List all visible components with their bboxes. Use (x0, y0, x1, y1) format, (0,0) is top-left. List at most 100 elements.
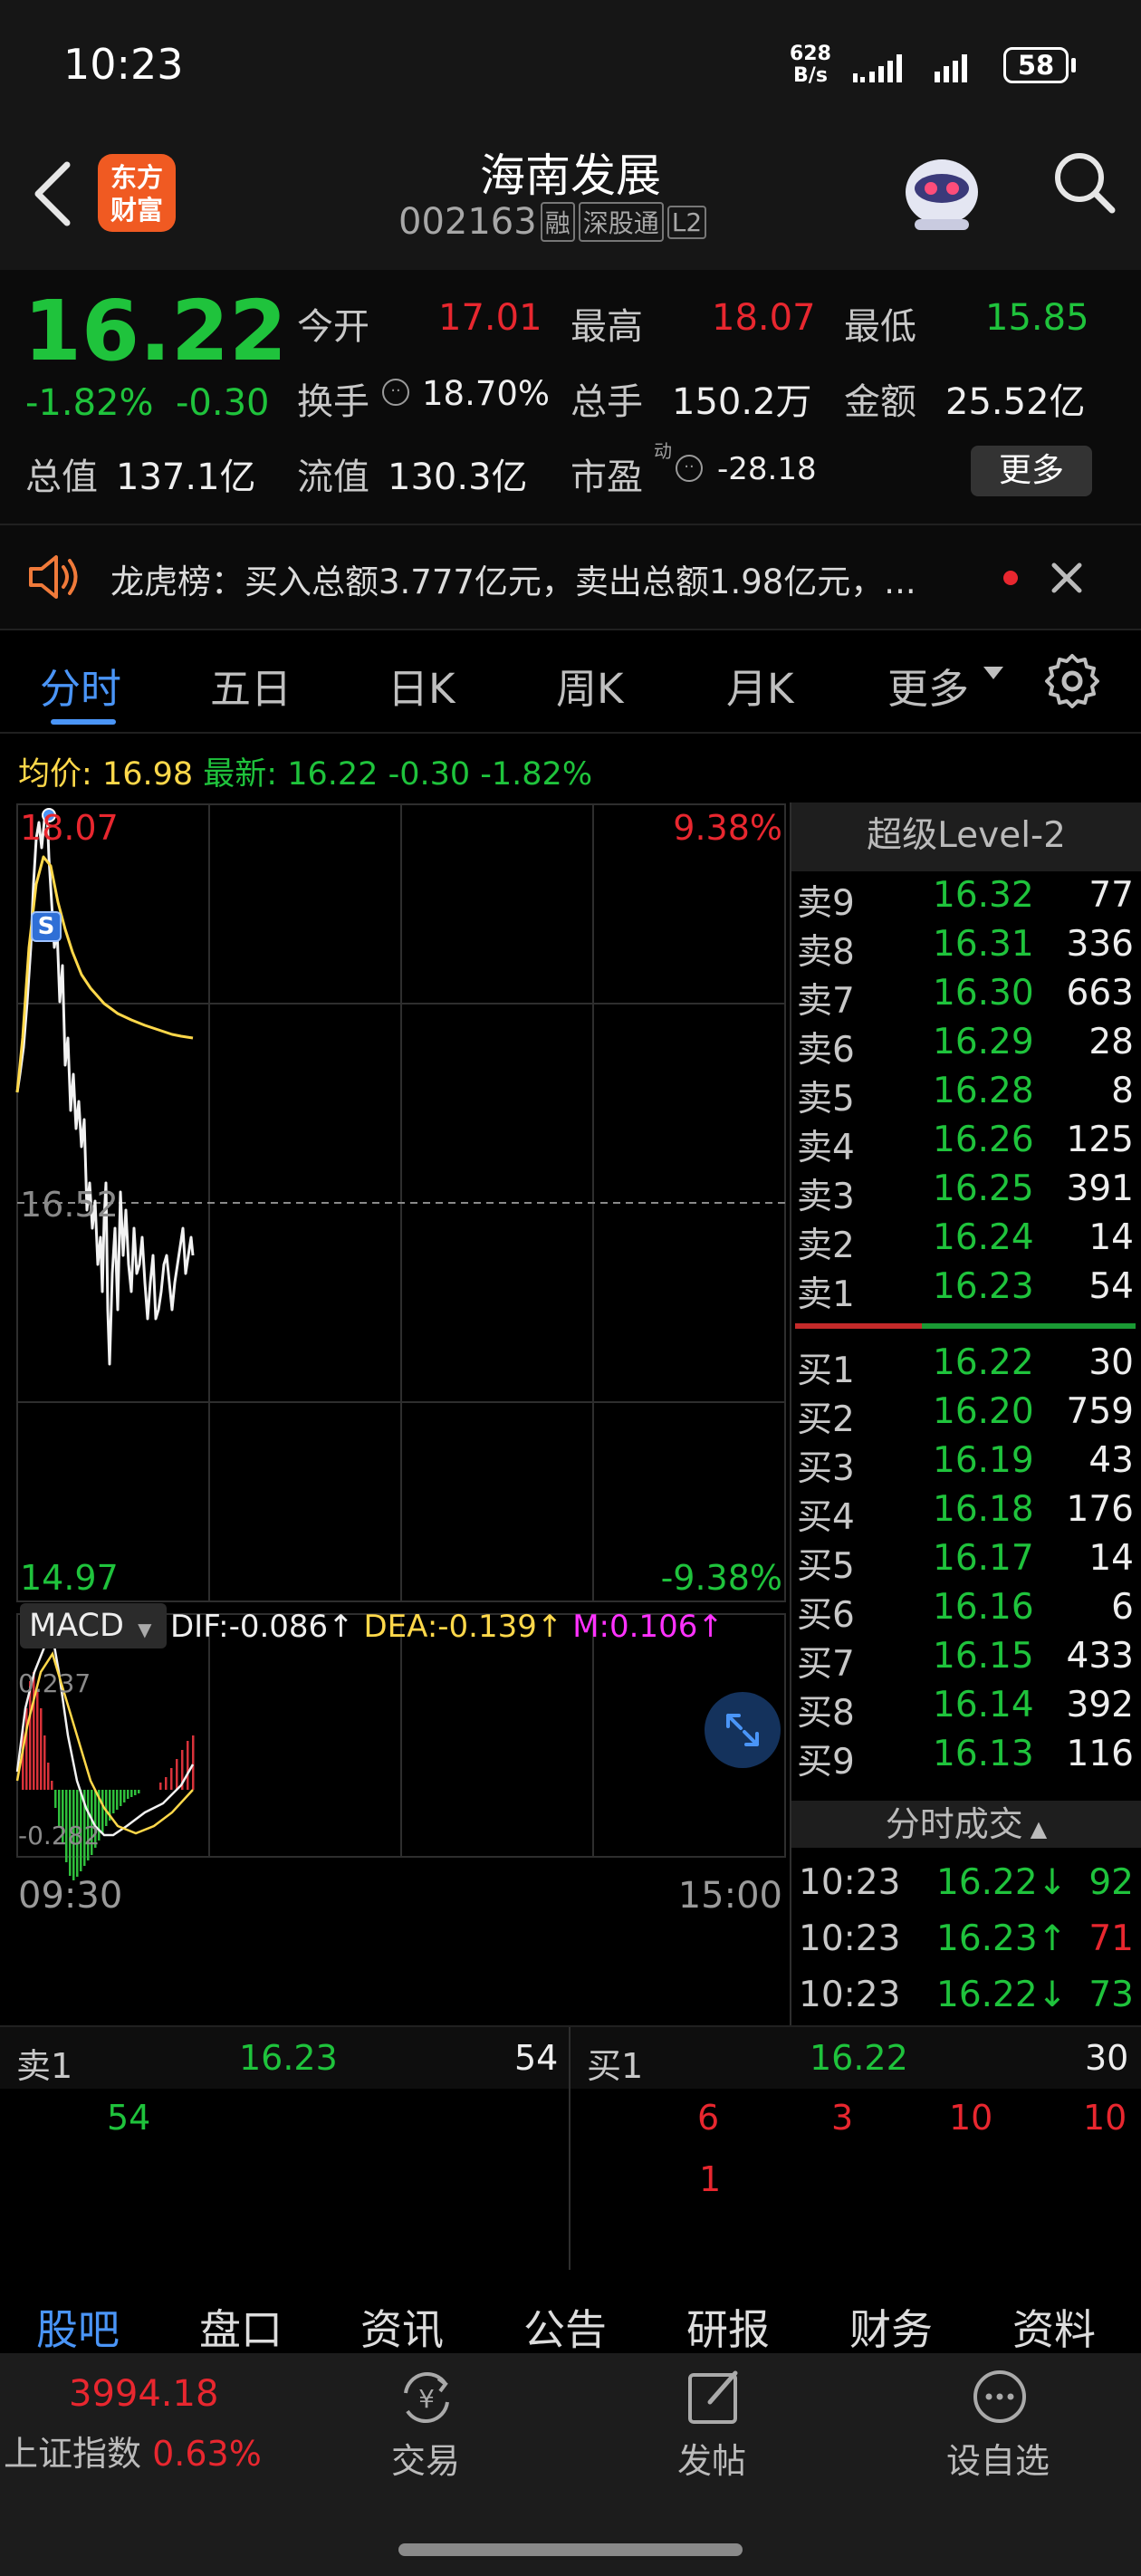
tab-order-panel[interactable]: 盘口 (199, 2297, 283, 2357)
notice-text[interactable]: 龙虎榜：买入总额3.777亿元，卖出总额1.98亿元，... (110, 554, 980, 603)
tab-financials[interactable]: 财务 (849, 2297, 933, 2357)
amount-label: 金额 (844, 381, 916, 423)
macd-selector[interactable]: MACD ▼ (20, 1603, 167, 1648)
net-speed-unit: B/s (793, 64, 828, 87)
queue-buy-price: 16.22 (810, 2038, 908, 2078)
level2-header[interactable]: 超级Level-2 (791, 803, 1141, 871)
app-logo[interactable]: 东方 财富 (98, 154, 176, 232)
chart-info-line: 均价: 16.98 最新: 16.22 -0.30 -1.82% (18, 748, 592, 794)
bid-label: 买3 (797, 1448, 855, 1489)
robot-assistant-icon[interactable] (896, 145, 987, 235)
tick-row: 10:23 16.22↓ 73 (797, 1975, 1141, 2023)
tick-volume: 71 (1088, 1918, 1134, 1959)
pct-bottom-label: -9.38% (660, 1558, 782, 1598)
add-watchlist-button[interactable]: 设自选 (925, 2362, 1070, 2489)
macd-bar-positive (192, 1735, 195, 1790)
bid-row[interactable]: 买8 16.14 392 (797, 1685, 1141, 1734)
ask-row[interactable]: 卖9 16.32 77 (797, 875, 1141, 924)
pct-top-label: 9.38% (673, 808, 782, 848)
back-icon[interactable] (31, 158, 76, 230)
notice-bar[interactable]: 龙虎榜：买入总额3.777亿元，卖出总额1.98亿元，... (0, 525, 1141, 629)
ask-row[interactable]: 卖8 16.31 336 (797, 924, 1141, 973)
nav-bar: 东方 财富 海南发展 002163 融 深股通 L2 (0, 136, 1141, 270)
ticks-header[interactable]: 分时成交 ▲ (791, 1801, 1141, 1848)
tab-weekly-k[interactable]: 周K (556, 656, 624, 715)
info-icon[interactable]: ·· (382, 379, 409, 406)
trade-button[interactable]: ¥ 交易 (353, 2362, 498, 2489)
bid-row[interactable]: 买4 16.18 176 (797, 1489, 1141, 1538)
bottom-nav: 3994.18 上证指数 0.63% ¥ 交易 发帖 设自选 (0, 2353, 1141, 2576)
y-top-label: 18.07 (20, 808, 119, 848)
queue-divider (569, 2027, 570, 2089)
chart-area[interactable]: S 18.07 16.52 14.97 9.38% -9.38% MACD ▼ … (0, 803, 791, 2025)
tab-research[interactable]: 研报 (686, 2297, 770, 2357)
ask-row[interactable]: 卖6 16.29 28 (797, 1022, 1141, 1071)
gear-icon[interactable] (1043, 652, 1101, 710)
ask-row[interactable]: 卖4 16.26 125 (797, 1120, 1141, 1168)
turnover-label: 换手 (297, 381, 369, 423)
ask-row[interactable]: 卖3 16.25 391 (797, 1168, 1141, 1217)
ask-row[interactable]: 卖5 16.28 8 (797, 1071, 1141, 1120)
tab-news[interactable]: 资讯 (360, 2297, 444, 2357)
index-ticker[interactable]: 3994.18 上证指数 0.63% (0, 2353, 281, 2489)
ask-row[interactable]: 卖1 16.23 54 (797, 1266, 1141, 1315)
bid-row[interactable]: 买2 16.20 759 (797, 1391, 1141, 1440)
ask-label: 卖4 (797, 1128, 855, 1168)
macd-dea: DEA:-0.139 (363, 1609, 537, 1645)
tab-active-indicator (51, 719, 116, 725)
tick-row: 10:23 16.22↓ 92 (797, 1862, 1141, 1911)
y-mid-label: 16.52 (20, 1185, 119, 1225)
macd-values: DIF:-0.086↑ DEA:-0.139↑ M:0.106↑ (170, 1609, 724, 1645)
bid-volume: 30 (1088, 1342, 1134, 1383)
bid-price: 16.19 (933, 1440, 1034, 1481)
tab-daily-k[interactable]: 日K (388, 656, 455, 715)
arrow-up-icon: ↑ (697, 1609, 724, 1645)
tab-intraday[interactable]: 分时 (40, 656, 121, 715)
avg-label: 均价: (18, 756, 92, 793)
search-icon[interactable] (1049, 147, 1121, 219)
y-bottom-label: 14.97 (20, 1558, 119, 1598)
tab-monthly-k[interactable]: 月K (726, 656, 794, 715)
more-button[interactable]: 更多 (971, 446, 1092, 496)
macd-bar-positive (176, 1759, 178, 1790)
stock-code-row: 002163 融 深股通 L2 (398, 201, 707, 243)
yuan-exchange-icon: ¥ (404, 2371, 449, 2424)
tab-announcements[interactable]: 公告 (523, 2297, 607, 2357)
pe-info-icon[interactable]: ·· (676, 455, 703, 482)
bid-price: 16.14 (933, 1685, 1034, 1725)
tab-five-day[interactable]: 五日 (210, 656, 292, 715)
macd-bar-negative (54, 1790, 57, 1808)
bid-row[interactable]: 买3 16.19 43 (797, 1440, 1141, 1489)
chevron-down-icon[interactable] (983, 667, 1003, 679)
ratio-bar-sell (795, 1323, 922, 1329)
bid-row[interactable]: 买6 16.16 6 (797, 1587, 1141, 1636)
volume-value: 150.2万 (672, 381, 812, 423)
bid-label: 买7 (797, 1644, 855, 1685)
float-label: 流值 (297, 457, 369, 498)
bid-row[interactable]: 买5 16.17 14 (797, 1538, 1141, 1587)
bid-row[interactable]: 买9 16.13 116 (797, 1734, 1141, 1783)
ask-row[interactable]: 卖7 16.30 663 (797, 973, 1141, 1022)
turnover-value: 18.70% (422, 374, 551, 413)
tab-profile[interactable]: 资料 (1012, 2297, 1096, 2357)
bid-row[interactable]: 买1 16.22 30 (797, 1342, 1141, 1391)
macd-bar-positive (51, 1781, 53, 1790)
low-label: 最低 (844, 306, 916, 348)
ask-row[interactable]: 卖2 16.24 14 (797, 1217, 1141, 1266)
close-icon[interactable] (1049, 560, 1085, 596)
tab-more[interactable]: 更多 (887, 656, 969, 715)
post-button[interactable]: 发帖 (639, 2362, 784, 2489)
macd-bar-positive (36, 1690, 39, 1790)
ask-label: 卖7 (797, 981, 855, 1022)
expand-button[interactable] (705, 1692, 781, 1768)
sell-signal-badge[interactable]: S (31, 911, 62, 942)
tab-guba[interactable]: 股吧 (36, 2297, 120, 2357)
macd-label: MACD (29, 1608, 124, 1644)
bid-row[interactable]: 买7 16.15 433 (797, 1636, 1141, 1685)
ask-volume: 125 (1066, 1120, 1134, 1160)
amount-value: 25.52亿 (945, 381, 1086, 423)
ticks-title: 分时成交 ▲ (791, 1801, 1141, 1852)
ask-label: 卖1 (797, 1274, 855, 1315)
bid-label: 买4 (797, 1497, 855, 1538)
chart-tabs: 分时 五日 日K 周K 月K 更多 (0, 630, 1141, 730)
